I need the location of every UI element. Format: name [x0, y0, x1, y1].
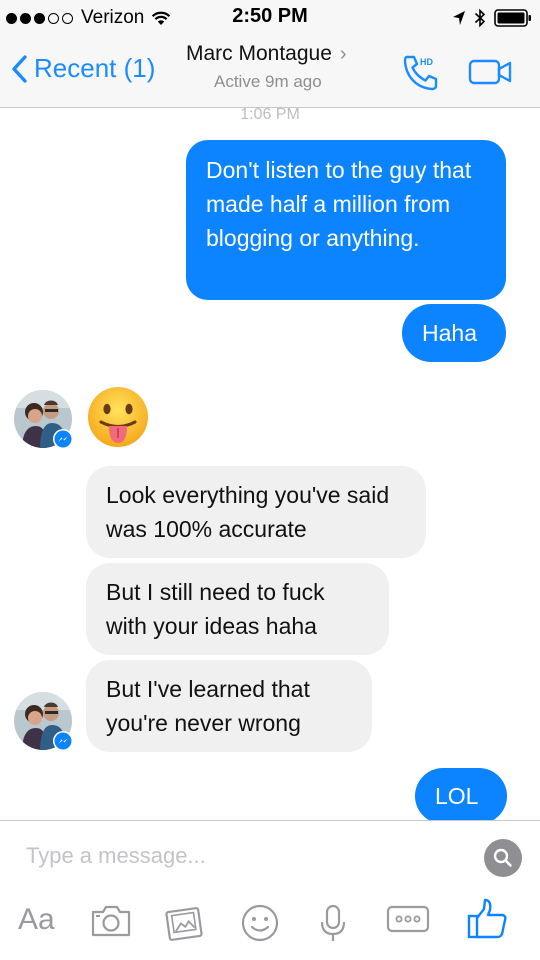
message-bubble-incoming[interactable]: But I still need to fuck with your ideas… — [86, 563, 389, 655]
camera-icon[interactable] — [90, 903, 132, 939]
sticker-icon[interactable] — [240, 903, 280, 943]
hd-call-icon[interactable]: HD — [400, 53, 442, 93]
bluetooth-icon — [474, 8, 486, 28]
message-bubble-outgoing[interactable]: Don't listen to the guy that made half a… — [186, 140, 506, 300]
message-bubble-outgoing[interactable]: LOL — [415, 768, 507, 824]
conversation-header: Recent (1) Marc Montague › Active 9m ago … — [0, 36, 540, 108]
contact-title[interactable]: Marc Montague › Active 9m ago — [186, 42, 376, 91]
video-call-icon[interactable] — [468, 58, 514, 86]
status-bar: Verizon 2:50 PM — [0, 0, 540, 36]
message-bubble-incoming[interactable]: Look everything you've said was 100% acc… — [86, 466, 426, 558]
back-button-label: Recent (1) — [34, 53, 156, 83]
microphone-icon[interactable] — [318, 903, 348, 943]
svg-text:HD: HD — [420, 57, 433, 67]
composer-toolbar: Aa — [0, 893, 540, 953]
contact-name: Marc Montague — [186, 42, 332, 65]
status-icons — [444, 7, 532, 29]
location-arrow-icon — [453, 11, 465, 25]
like-icon[interactable] — [466, 897, 508, 941]
photo-icon[interactable] — [164, 903, 206, 943]
chevron-left-icon — [12, 54, 27, 83]
message-input[interactable] — [26, 839, 466, 873]
contact-avatar[interactable] — [14, 390, 74, 450]
back-button[interactable]: Recent (1) — [10, 53, 155, 84]
message-timestamp: 1:06 PM — [240, 106, 300, 123]
message-bubble-outgoing[interactable]: Haha — [402, 304, 506, 362]
message-composer: Aa — [0, 820, 540, 960]
tongue-emoji-icon[interactable] — [86, 385, 150, 449]
text-icon[interactable]: Aa — [18, 903, 55, 937]
message-bubble-incoming[interactable]: But I've learned that you're never wrong — [86, 660, 372, 752]
search-button[interactable] — [484, 839, 522, 877]
more-icon[interactable] — [386, 903, 430, 935]
chevron-right-icon: › — [339, 43, 347, 65]
search-icon — [493, 848, 512, 867]
battery-icon — [494, 9, 531, 27]
active-status: Active 9m ago — [214, 72, 322, 91]
contact-avatar[interactable] — [14, 692, 74, 752]
